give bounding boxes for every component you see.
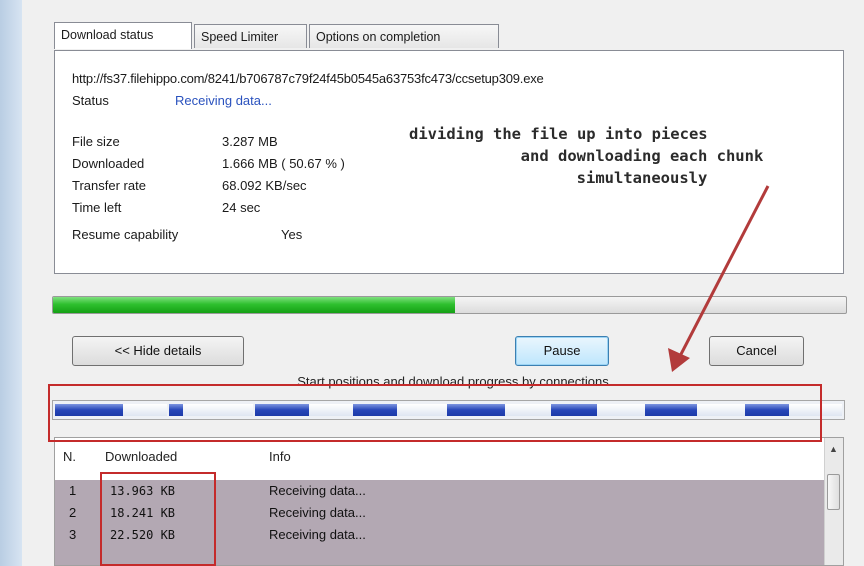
- time-left-value: 24 sec: [222, 200, 261, 215]
- column-header-number[interactable]: N.: [63, 438, 76, 476]
- downloaded-label: Downloaded: [72, 156, 145, 171]
- row-number: 1: [69, 483, 77, 498]
- column-header-info[interactable]: Info: [269, 438, 291, 476]
- download-progress-bar: [52, 296, 847, 314]
- file-size-value: 3.287 MB: [222, 134, 278, 149]
- tab-options-on-completion[interactable]: Options on completion: [309, 24, 499, 48]
- resume-capability-value: Yes: [281, 227, 303, 242]
- tab-speed-limiter[interactable]: Speed Limiter: [194, 24, 307, 48]
- downloaded-column-highlight-box: [100, 472, 216, 566]
- transfer-rate-value: 68.092 KB/sec: [222, 178, 307, 193]
- tab-download-status[interactable]: Download status: [54, 22, 192, 49]
- pause-button[interactable]: Pause: [515, 336, 609, 366]
- annotation-line-3: simultaneously: [576, 169, 708, 187]
- table-scrollbar[interactable]: ▲: [824, 438, 843, 565]
- status-label: Status: [72, 93, 109, 108]
- download-url: http://fs37.filehippo.com/8241/b706787c7…: [72, 71, 544, 86]
- scroll-up-icon[interactable]: ▲: [829, 444, 838, 454]
- status-value: Receiving data...: [175, 93, 272, 108]
- row-number: 3: [69, 527, 77, 542]
- transfer-rate-label: Transfer rate: [72, 178, 146, 193]
- file-size-label: File size: [72, 134, 120, 149]
- resume-capability-label: Resume capability: [72, 227, 179, 242]
- connections-highlight-box: [48, 384, 822, 442]
- time-left-label: Time left: [72, 200, 122, 215]
- download-window: Download status Speed Limiter Options on…: [42, 0, 864, 566]
- downloaded-value: 1.666 MB ( 50.67 % ): [222, 156, 345, 171]
- row-info: Receiving data...: [269, 483, 366, 498]
- hide-details-button[interactable]: << Hide details: [72, 336, 244, 366]
- download-progress-fill: [53, 297, 455, 313]
- cancel-button[interactable]: Cancel: [709, 336, 804, 366]
- scroll-thumb[interactable]: [827, 474, 840, 510]
- annotation-line-1: dividing the file up into pieces: [409, 125, 708, 143]
- row-number: 2: [69, 505, 77, 520]
- annotation-line-2: and downloading each chunk: [520, 147, 764, 165]
- window-frame-left: [0, 0, 22, 566]
- row-info: Receiving data...: [269, 527, 366, 542]
- download-status-panel: http://fs37.filehippo.com/8241/b706787c7…: [54, 50, 844, 274]
- window-frame-inner: [22, 0, 42, 566]
- column-header-downloaded[interactable]: Downloaded: [105, 438, 177, 476]
- row-info: Receiving data...: [269, 505, 366, 520]
